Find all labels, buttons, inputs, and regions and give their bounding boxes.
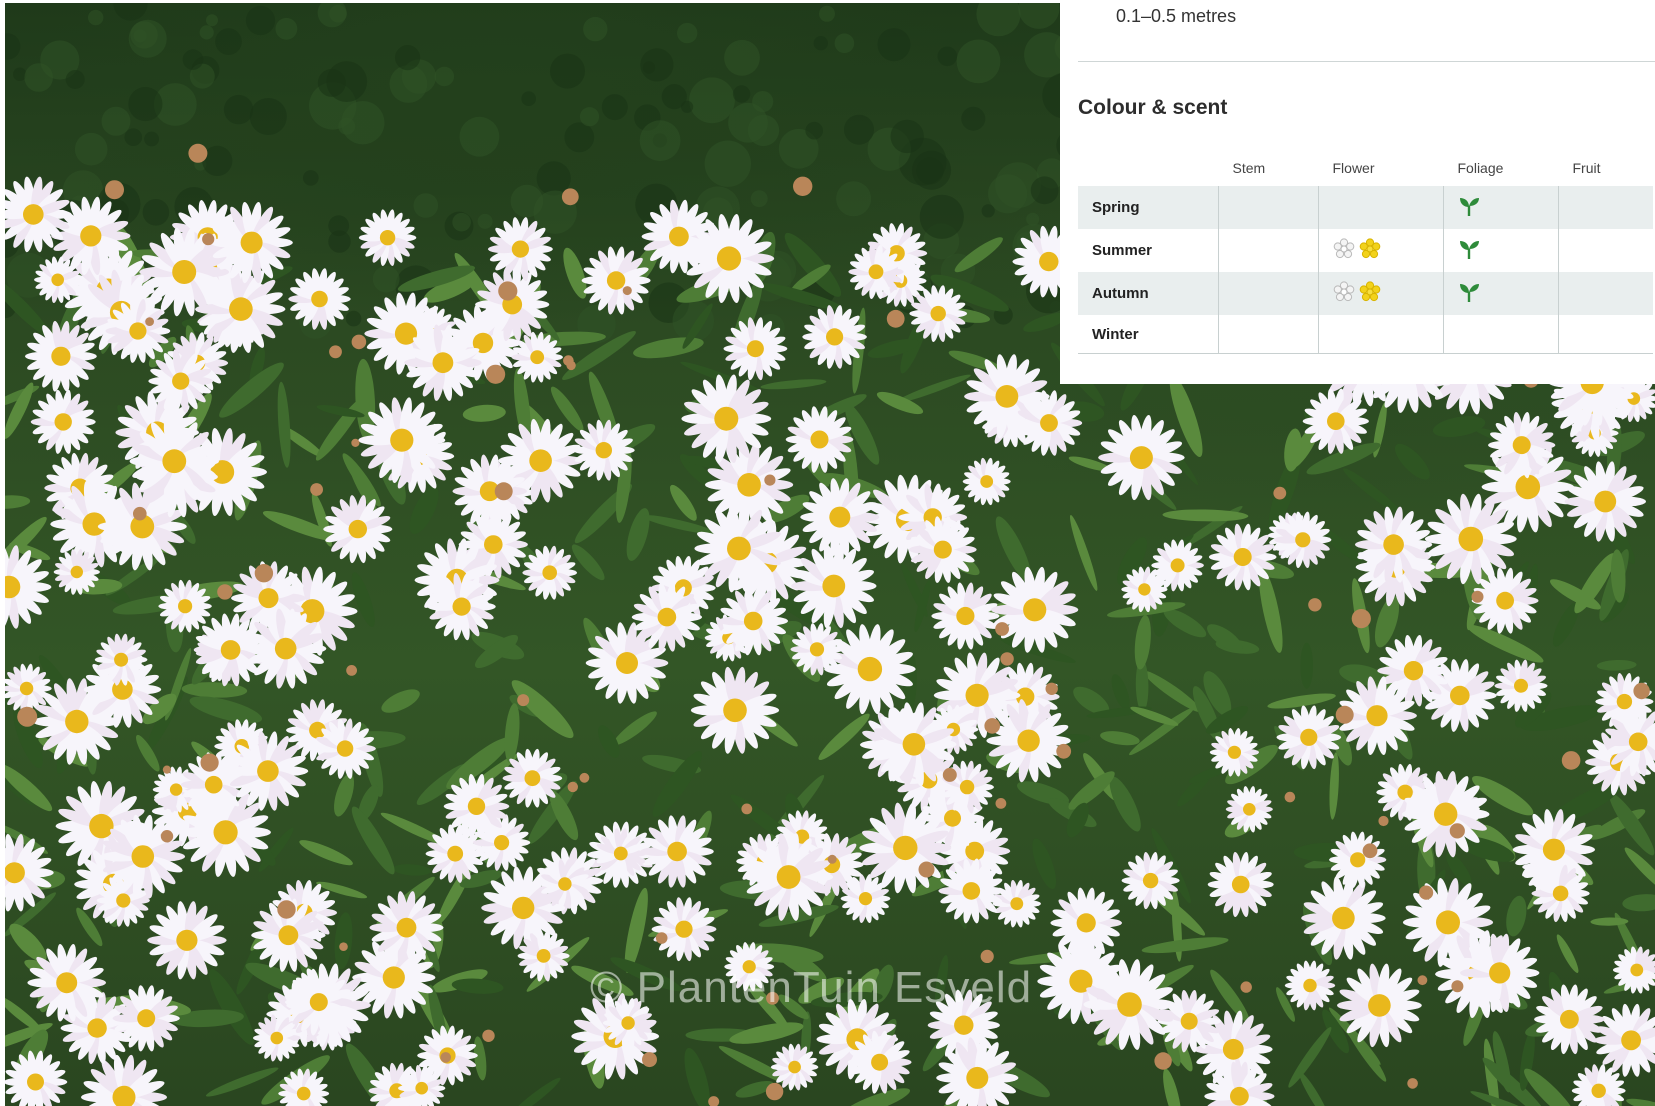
table-row: Spring bbox=[1078, 186, 1653, 229]
cell-foliage bbox=[1443, 315, 1559, 354]
colour-scent-table: Stem Flower Foliage Fruit Spring Summer Au… bbox=[1078, 150, 1653, 354]
photo-watermark: © PlantenTuin Esveld bbox=[590, 963, 1033, 1012]
leaf-icon bbox=[1458, 195, 1480, 221]
season-label: Spring bbox=[1078, 186, 1219, 229]
leaf-icon bbox=[1458, 281, 1480, 307]
cell-fruit bbox=[1558, 272, 1653, 315]
season-column-header bbox=[1078, 150, 1219, 186]
cell-fruit bbox=[1558, 186, 1653, 229]
column-header-stem: Stem bbox=[1232, 160, 1266, 176]
cell-flower bbox=[1318, 272, 1444, 315]
yellow-flower-icon bbox=[1359, 280, 1381, 307]
cell-flower bbox=[1318, 229, 1444, 272]
cell-fruit bbox=[1558, 315, 1653, 354]
cell-stem bbox=[1218, 186, 1319, 229]
season-label: Autumn bbox=[1078, 272, 1219, 315]
season-label: Winter bbox=[1078, 315, 1219, 354]
section-divider bbox=[1078, 61, 1655, 62]
cell-stem bbox=[1218, 315, 1319, 354]
column-header-foliage: Foliage bbox=[1457, 160, 1504, 176]
plant-info-panel: 0.1–0.5 metres Colour & scent Stem Flowe… bbox=[1060, 0, 1655, 384]
cell-flower bbox=[1318, 186, 1444, 229]
leaf-icon bbox=[1458, 238, 1480, 264]
table-row: Winter bbox=[1078, 315, 1653, 354]
column-header-fruit: Fruit bbox=[1572, 160, 1601, 176]
table-row: Summer bbox=[1078, 229, 1653, 272]
table-header-row: Stem Flower Foliage Fruit bbox=[1078, 150, 1653, 186]
cell-stem bbox=[1218, 229, 1319, 272]
table-row: Autumn bbox=[1078, 272, 1653, 315]
yellow-flower-icon bbox=[1359, 237, 1381, 264]
height-value: 0.1–0.5 metres bbox=[1116, 6, 1237, 26]
season-label: Summer bbox=[1078, 229, 1219, 272]
cell-foliage bbox=[1443, 229, 1559, 272]
cell-foliage bbox=[1443, 272, 1559, 315]
cell-foliage bbox=[1443, 186, 1559, 229]
colour-scent-title: Colour & scent bbox=[1078, 96, 1228, 119]
white-flower-icon bbox=[1333, 280, 1355, 307]
cell-stem bbox=[1218, 272, 1319, 315]
cell-flower bbox=[1318, 315, 1444, 354]
cell-fruit bbox=[1559, 229, 1653, 272]
white-flower-icon bbox=[1333, 237, 1355, 264]
column-header-flower: Flower bbox=[1332, 160, 1375, 176]
